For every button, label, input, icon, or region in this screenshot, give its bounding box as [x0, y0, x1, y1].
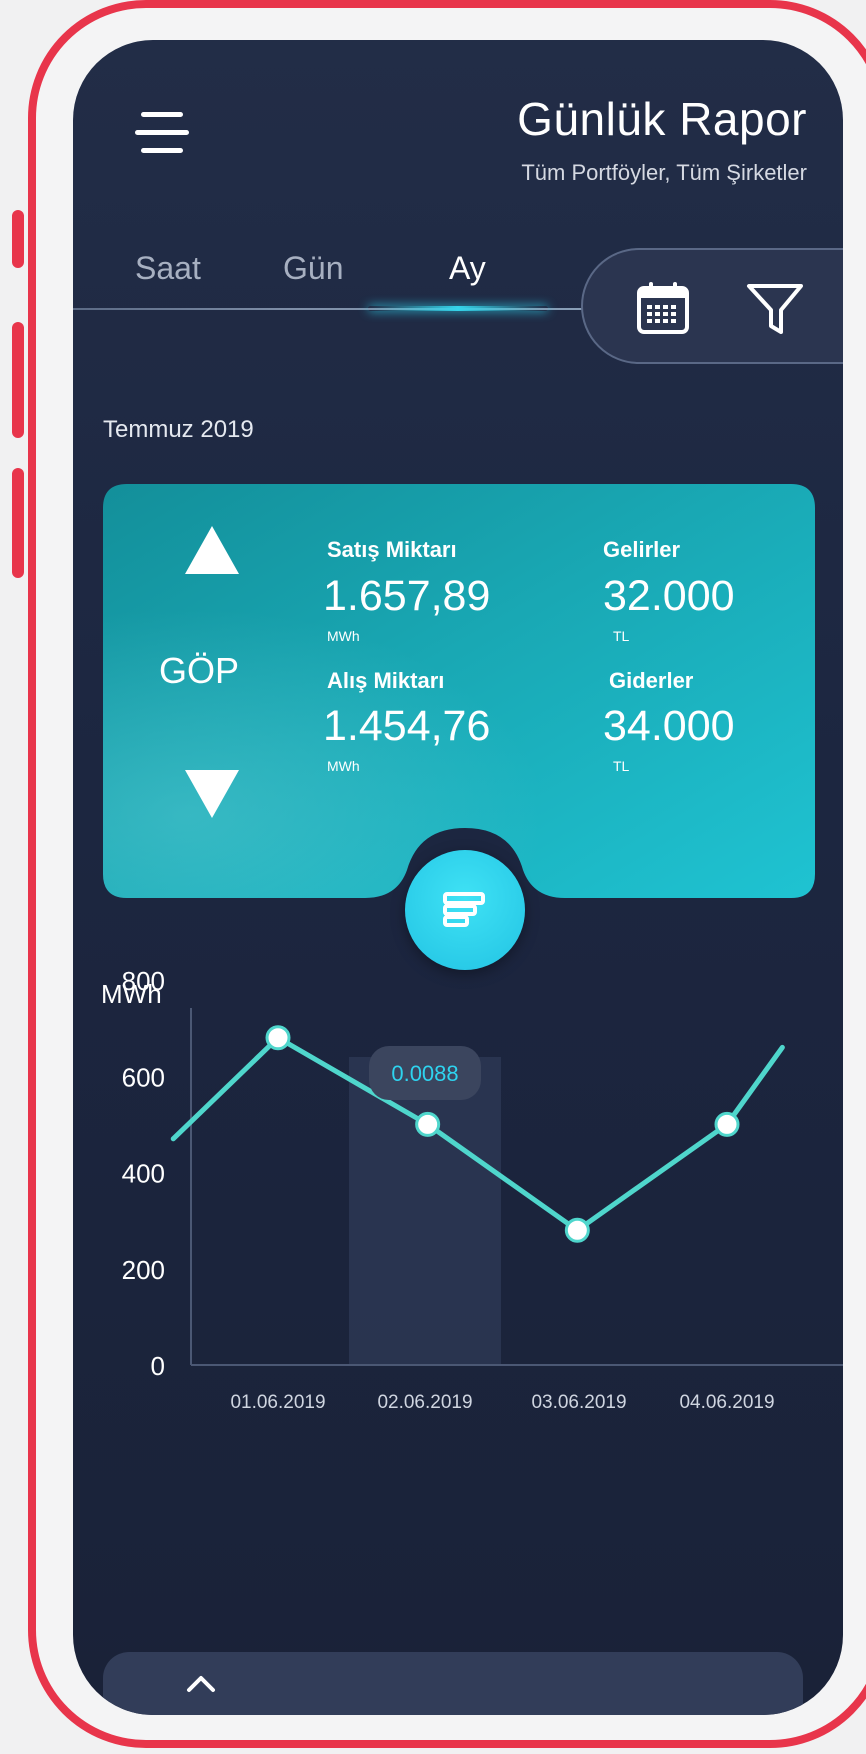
x-tick-label: 04.06.2019	[679, 1392, 774, 1413]
data-point	[564, 1217, 590, 1243]
data-point	[415, 1111, 441, 1137]
chevron-up-icon[interactable]	[181, 1668, 221, 1698]
y-tick-label: 600	[122, 1062, 165, 1092]
data-point	[714, 1111, 740, 1137]
side-button-mute	[12, 210, 24, 268]
y-tick-label: 200	[122, 1255, 165, 1285]
y-tick-label: 400	[122, 1159, 165, 1189]
x-tick-label: 01.06.2019	[230, 1392, 325, 1413]
side-button-volume-down	[12, 468, 24, 578]
x-tick-label: 03.06.2019	[531, 1392, 626, 1413]
x-tick-label: 02.06.2019	[377, 1392, 472, 1413]
bottom-sheet[interactable]	[103, 1652, 803, 1715]
highlight-band	[349, 1057, 501, 1365]
tooltip-value: 0.0088	[391, 1061, 458, 1086]
y-tick-label: 0	[151, 1351, 165, 1381]
side-button-volume-up	[12, 322, 24, 438]
data-point	[265, 1025, 291, 1051]
phone-screen: Günlük Rapor Tüm Portföyler, Tüm Şirketl…	[73, 40, 843, 1715]
app-stage: Günlük Rapor Tüm Portföyler, Tüm Şirketl…	[0, 0, 866, 1754]
line-chart: MWh020040060080001.06.2019 02.06.2019 03.0…	[101, 966, 843, 1413]
y-tick-label: 800	[122, 966, 165, 996]
